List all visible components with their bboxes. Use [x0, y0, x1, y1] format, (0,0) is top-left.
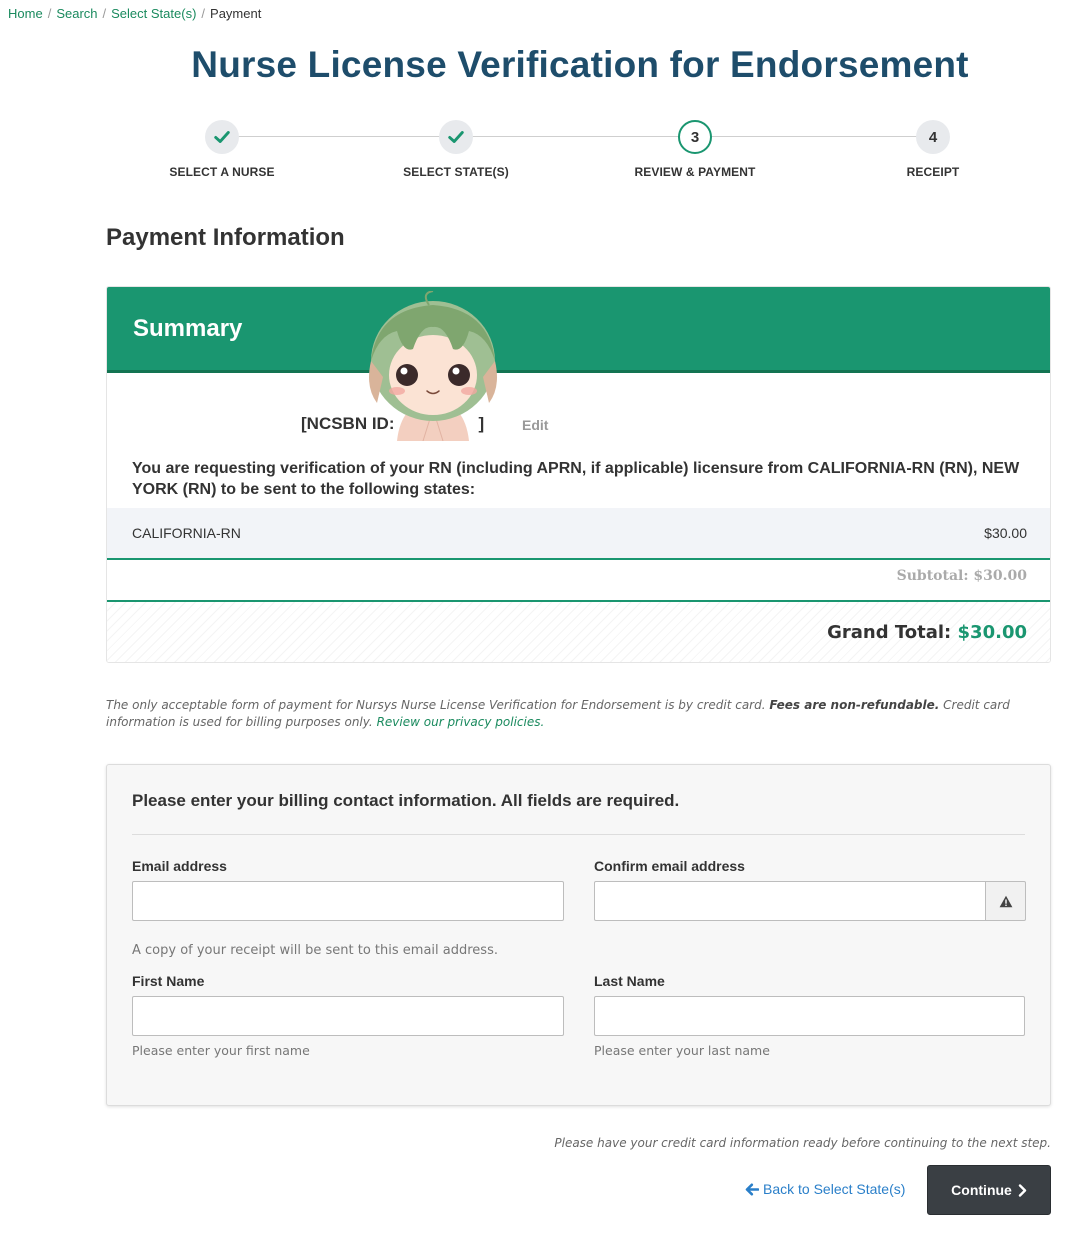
last-name-help-text: Please enter your last name — [594, 1043, 770, 1058]
credit-card-ready-note: Please have your credit card information… — [554, 1136, 1051, 1150]
subtotal-row: Subtotal: $30.00 — [107, 560, 1050, 602]
summary-header: Summary — [107, 287, 1050, 373]
billing-contact-form: Please enter your billing contact inform… — [106, 764, 1051, 1106]
email-input[interactable] — [132, 881, 564, 921]
warning-icon — [999, 895, 1012, 907]
divider — [132, 834, 1025, 835]
step-label: REVIEW & PAYMENT — [634, 165, 756, 179]
breadcrumb-current: Payment — [210, 6, 262, 21]
edit-nurse-link[interactable]: Edit — [522, 417, 548, 433]
breadcrumb-separator: / — [201, 6, 206, 21]
breadcrumb-search-link[interactable]: Search — [56, 6, 97, 21]
email-label: Email address — [132, 858, 227, 874]
breadcrumb: Home / Search / Select State(s) / Payment — [8, 6, 261, 21]
step-select-states: SELECT STATE(S) — [356, 120, 556, 179]
privacy-policy-link[interactable]: Review our privacy policies. — [377, 715, 545, 729]
billing-form-title: Please enter your billing contact inform… — [132, 791, 680, 810]
step-number: 4 — [916, 120, 950, 154]
verification-request-text: You are requesting verification of your … — [132, 460, 1020, 498]
back-link-label: Back to Select State(s) — [763, 1181, 906, 1197]
confirm-email-addon — [986, 881, 1026, 921]
breadcrumb-separator: / — [102, 6, 107, 21]
first-name-label: First Name — [132, 973, 205, 989]
subtotal-text: Subtotal: $30.00 — [896, 568, 1027, 584]
step-complete-marker — [439, 120, 473, 154]
step-receipt: 4 RECEIPT — [833, 120, 1033, 179]
payment-disclaimer: The only acceptable form of payment for … — [106, 697, 1046, 731]
confirm-email-label: Confirm email address — [594, 858, 745, 874]
state-price: $30.00 — [984, 525, 1027, 541]
breadcrumb-select-states-link[interactable]: Select State(s) — [111, 6, 196, 21]
continue-label: Continue — [951, 1182, 1012, 1198]
check-icon — [214, 131, 230, 143]
page-title: Nurse License Verification for Endorseme… — [191, 44, 969, 85]
state-line-item: CALIFORNIA-RN $30.00 — [107, 508, 1050, 560]
last-name-label: Last Name — [594, 973, 665, 989]
step-number: 3 — [678, 120, 712, 154]
state-name: CALIFORNIA-RN — [132, 525, 241, 541]
grand-total-row: Grand Total: $30.00 — [107, 602, 1050, 662]
step-label: SELECT A NURSE — [169, 165, 275, 179]
payment-information-heading: Payment Information — [106, 224, 345, 251]
back-to-select-states-link[interactable]: Back to Select State(s) — [745, 1181, 905, 1197]
arrow-left-icon — [745, 1183, 759, 1195]
step-label: RECEIPT — [906, 165, 960, 179]
step-review-payment: 3 REVIEW & PAYMENT — [595, 120, 795, 179]
chevron-right-icon — [1018, 1183, 1027, 1197]
step-label: SELECT STATE(S) — [403, 165, 509, 179]
step-select-nurse: SELECT A NURSE — [122, 120, 322, 179]
first-name-help-text: Please enter your first name — [132, 1043, 310, 1058]
confirm-email-input[interactable] — [594, 881, 986, 921]
disclaimer-text: The only acceptable form of payment for … — [106, 698, 766, 712]
email-help-text: A copy of your receipt will be sent to t… — [132, 943, 498, 958]
step-complete-marker — [205, 120, 239, 154]
summary-card: Summary [NCSBN ID:] Edit You are request… — [106, 286, 1051, 663]
first-name-input[interactable] — [132, 996, 564, 1036]
progress-stepper: SELECT A NURSE SELECT STATE(S) 3 REVIEW … — [0, 120, 1089, 190]
check-icon — [448, 131, 464, 143]
disclaimer-non-refundable: Fees are non-refundable. — [769, 698, 940, 712]
summary-title: Summary — [133, 315, 243, 342]
grand-total-value: $30.00 — [957, 622, 1027, 643]
last-name-input[interactable] — [594, 996, 1025, 1036]
breadcrumb-separator: / — [47, 6, 52, 21]
continue-button[interactable]: Continue — [927, 1165, 1051, 1215]
grand-total-label: Grand Total: — [827, 622, 952, 643]
grand-total: Grand Total: $30.00 — [827, 622, 1027, 643]
breadcrumb-home-link[interactable]: Home — [8, 6, 43, 21]
avatar — [369, 291, 497, 441]
